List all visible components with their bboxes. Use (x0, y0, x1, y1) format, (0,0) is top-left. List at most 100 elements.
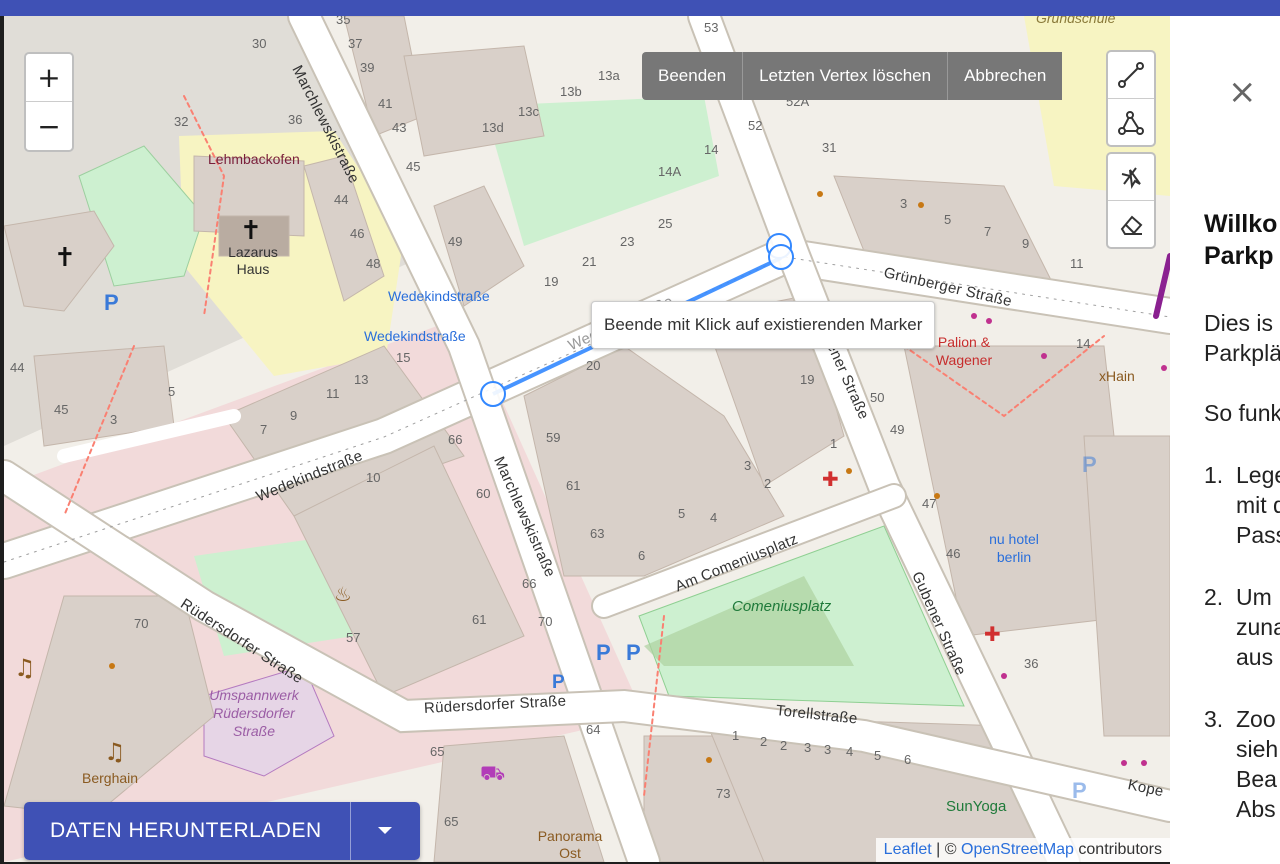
house-number: 6 (904, 752, 912, 767)
house-number: 1 (732, 728, 740, 743)
bus-stop-label: Wedekindstraße (388, 288, 490, 304)
house-number: 63 (590, 526, 605, 541)
house-number: 36 (288, 112, 303, 127)
house-number: 14 (704, 142, 719, 157)
edit-toolbar (1106, 152, 1156, 249)
poi-label: xHain (1099, 368, 1135, 384)
poi-dot (918, 202, 924, 208)
house-number: 9 (1022, 236, 1030, 251)
close-icon[interactable]: × (1228, 72, 1257, 112)
house-number: 73 (716, 786, 731, 801)
step-line: Zoo (1236, 706, 1276, 732)
house-number: 44 (334, 192, 349, 207)
eraser-tool-button[interactable] (1108, 201, 1154, 247)
draw-hint-tooltip: Beende mit Klick auf existierenden Marke… (591, 301, 936, 349)
bus-stop-label: Wedekindstraße (364, 328, 466, 344)
route-vertex (480, 381, 506, 407)
building-block (403, 45, 545, 157)
church-icon: ✝ (240, 216, 262, 246)
house-number: 14 (1076, 336, 1091, 351)
house-number: 14A (658, 164, 682, 179)
cancel-button[interactable]: Abbrechen (948, 52, 1063, 100)
panel-intro-line: Parkplä (1204, 340, 1280, 366)
step-item: 1. Lege mit d Pass (1204, 460, 1280, 550)
house-number: 52 (748, 118, 763, 133)
house-number: 5 (874, 748, 882, 763)
house-number: 15 (396, 350, 411, 365)
house-number: 57 (346, 630, 361, 645)
building-block (1083, 435, 1170, 737)
house-number: 25 (658, 216, 673, 231)
poi-label: SunYoga (946, 798, 1007, 815)
house-number: 31 (822, 140, 837, 155)
house-number: 11 (326, 386, 340, 401)
building-label: Umspannwerk Rüdersdorfer Straße (209, 687, 299, 739)
map-view[interactable]: ✝ ✝ ✚ ✚ ♫ ♫ ♨ ⛟ Marchlewskistraße Wedeki… (4, 16, 1170, 862)
step-number: 2. (1204, 584, 1224, 610)
panel-title: Willko Parkp (1204, 208, 1277, 272)
poi-label: Grundschule (1036, 16, 1116, 26)
house-number: 3 (900, 196, 908, 211)
house-number: 11 (1070, 256, 1084, 271)
house-number: 13c (518, 104, 539, 119)
step-item: 2. Um zuna aus (1204, 582, 1280, 672)
house-number: 65 (430, 744, 445, 759)
panel-intro-line: Dies is (1204, 310, 1274, 336)
attribution-suffix: contributors (1073, 841, 1162, 858)
step-line: Abs (1236, 796, 1276, 822)
panel-intro: Dies is Parkplä (1204, 308, 1280, 368)
house-number: 61 (566, 478, 581, 493)
zoom-out-button[interactable]: − (26, 102, 72, 150)
parking-icon: P (552, 672, 565, 693)
house-number: 2 (760, 734, 768, 749)
pharmacy-icon: ✚ (984, 622, 1001, 646)
polyline-tool-button[interactable] (1108, 52, 1154, 99)
draw-actions-bar: Beenden Letzten Vertex löschen Abbrechen (642, 52, 1063, 100)
step-line: Bea (1236, 766, 1277, 792)
step-number: 3. (1204, 706, 1224, 732)
poi-label: Panorama Ost (537, 828, 603, 861)
draw-toolbar (1106, 50, 1156, 147)
parking-icon: P (1082, 452, 1097, 477)
step-number: 1. (1204, 462, 1224, 488)
house-number: 4 (710, 510, 718, 525)
download-data-button[interactable]: DATEN HERUNTERLADEN (24, 802, 350, 860)
parking-icon: P (596, 640, 611, 665)
house-number: 48 (366, 256, 381, 271)
church-icon: ✝ (54, 243, 76, 273)
house-number: 3 (804, 740, 812, 755)
panel-title-line: Willko (1204, 210, 1278, 238)
poi-label: Palion & Wagener (935, 334, 993, 368)
step-line: mit d (1236, 492, 1280, 518)
leaflet-link[interactable]: Leaflet (884, 841, 932, 858)
house-number: 1 (830, 436, 838, 451)
poi-dot (1141, 760, 1147, 766)
zoom-in-button[interactable]: + (26, 54, 72, 102)
house-number: 66 (448, 432, 463, 447)
poi-dot (109, 663, 115, 669)
music-icon: ♫ (104, 738, 126, 766)
poi-dot (1001, 673, 1007, 679)
panel-steps: 1. Lege mit d Pass 2. Um zuna aus 3. Zoo… (1204, 460, 1280, 856)
polygon-tool-button[interactable] (1108, 99, 1154, 145)
house-number: 13a (598, 68, 620, 83)
osm-link[interactable]: OpenStreetMap (961, 841, 1074, 858)
delete-last-vertex-button[interactable]: Letzten Vertex löschen (743, 52, 949, 100)
step-line: Lege (1236, 462, 1280, 488)
house-number: 43 (392, 120, 407, 135)
edit-tool-button[interactable] (1108, 154, 1154, 201)
polygon-icon (1118, 111, 1144, 135)
download-options-button[interactable] (349, 802, 420, 860)
house-number: 65 (444, 814, 459, 829)
finish-button[interactable]: Beenden (642, 52, 744, 100)
house-number: 5 (678, 506, 686, 521)
house-number: 37 (348, 36, 363, 51)
house-number: 2 (780, 738, 788, 753)
parking-icon: P (626, 640, 641, 665)
house-number: 5 (168, 384, 176, 399)
house-number: 19 (800, 372, 815, 387)
parking-icon: P (104, 290, 119, 315)
polyline-icon (1118, 62, 1144, 88)
house-number: 10 (366, 470, 381, 485)
house-number: 9 (290, 408, 298, 423)
